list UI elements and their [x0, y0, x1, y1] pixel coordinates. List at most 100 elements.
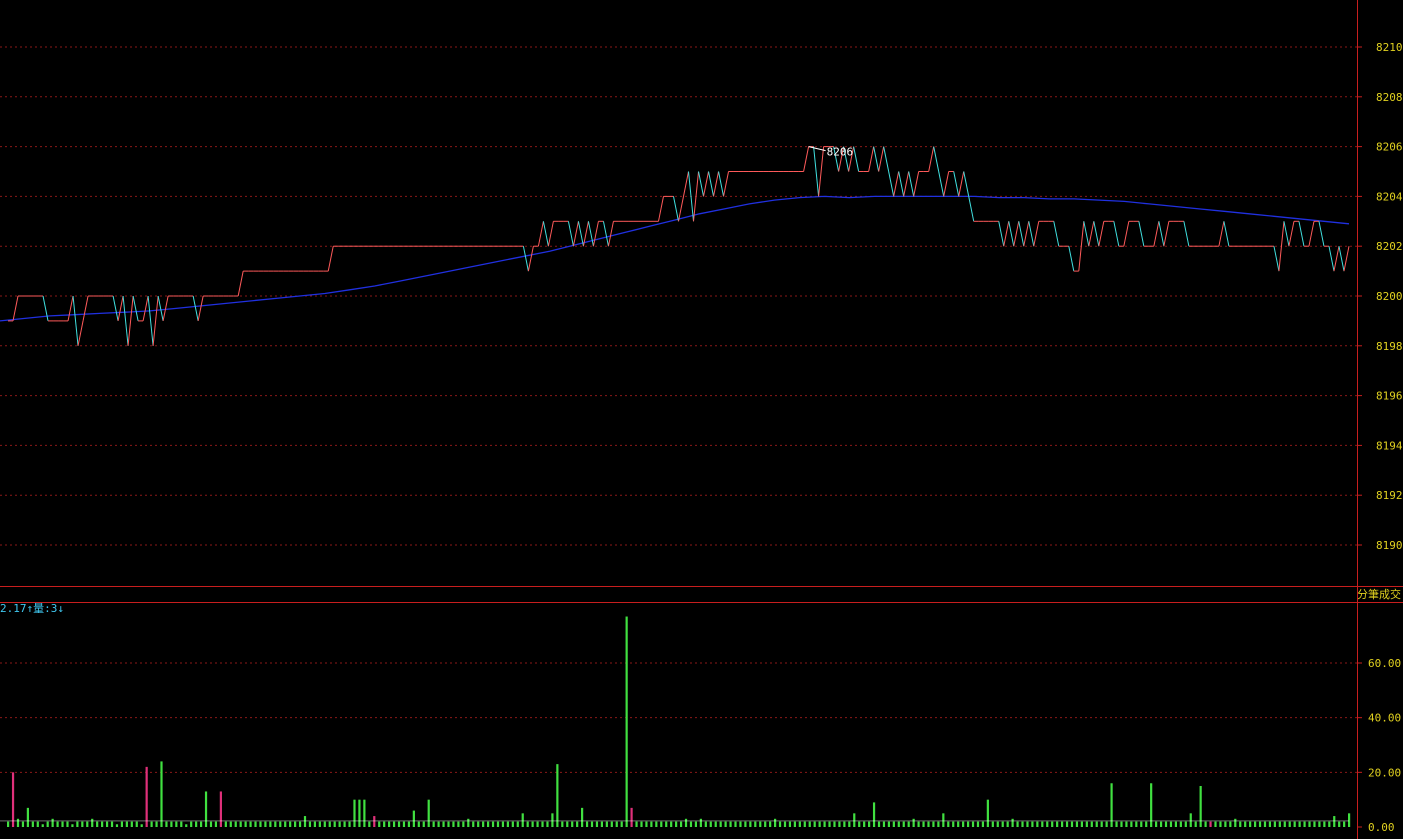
volume-bar [571, 821, 574, 827]
price-segment [197, 295, 204, 321]
volume-bar [333, 821, 336, 827]
volume-bar [1100, 821, 1103, 827]
volume-bar [694, 821, 698, 827]
volume-bar [551, 813, 554, 827]
volume-bar [526, 821, 529, 827]
volume-bar [655, 821, 658, 827]
volume-bar [605, 821, 608, 827]
volume-bar [417, 821, 420, 827]
price-segment [1088, 221, 1095, 247]
volume-bar [170, 821, 173, 827]
volume-bar [1135, 821, 1138, 827]
volume-bar [81, 821, 84, 827]
volume-bar [1179, 821, 1182, 827]
price-segment [592, 221, 599, 247]
price-segment [938, 171, 945, 197]
volume-tick-label: 40.00 [1368, 712, 1401, 725]
price-segment [1093, 221, 1100, 247]
volume-bar [1041, 821, 1044, 827]
volume-bar [1056, 821, 1059, 827]
volume-bar [966, 821, 970, 827]
volume-bar [971, 821, 975, 827]
price-segment [572, 221, 579, 247]
volume-bar [1090, 821, 1093, 827]
volume-bar [704, 821, 707, 827]
volume-bar [942, 813, 945, 827]
volume-bar [239, 821, 242, 827]
volume-bar [130, 821, 133, 827]
volume-bar [561, 821, 564, 827]
volume-bar [788, 821, 792, 827]
volume-bar [66, 821, 69, 827]
price-segment [673, 196, 679, 222]
price-segment [1223, 221, 1230, 247]
price-segment [708, 171, 715, 197]
price-segment [933, 146, 940, 172]
volume-bar [1263, 821, 1267, 827]
volume-bar [734, 821, 737, 827]
price-segment [142, 295, 149, 321]
price-segment [958, 171, 965, 197]
volume-bar [1244, 821, 1247, 827]
price-segment [873, 146, 880, 172]
volume-bar [640, 821, 643, 827]
volume-bar [1036, 821, 1039, 827]
price-segment [1273, 246, 1280, 272]
volume-bar [110, 821, 114, 827]
volume-bar [46, 821, 49, 827]
volume-bar [610, 821, 613, 827]
volume-bar [219, 791, 222, 827]
price-tick-label: 8190 [1376, 539, 1403, 552]
volume-bar [397, 821, 401, 827]
volume-bar [412, 810, 415, 827]
volume-bar [125, 821, 128, 827]
volume-bar [279, 821, 282, 827]
price-segment [1023, 221, 1030, 247]
volume-bar [1234, 818, 1237, 827]
volume-bar [373, 816, 376, 827]
volume-bar [1080, 821, 1083, 827]
price-segment [893, 171, 900, 197]
volume-tick-label: 60.00 [1368, 657, 1401, 670]
volume-bar [348, 821, 351, 827]
volume-bar [986, 799, 989, 827]
volume-tick-label: 0.00 [1368, 821, 1395, 834]
price-segment [1033, 221, 1040, 247]
price-segment [1318, 221, 1325, 247]
volume-bar [437, 821, 440, 827]
price-segment [868, 146, 875, 172]
volume-bar [338, 821, 341, 827]
price-segment [1018, 221, 1025, 247]
chart-canvas[interactable]: 8190 8192 8194 8196 8198 8200 8202 8204 8206 8208… [0, 0, 1403, 839]
volume-bar [407, 821, 411, 827]
volume-axis: 0.00 20.00 40.00 60.00 [1357, 657, 1401, 834]
volume-bar [1145, 821, 1148, 827]
volume-bar [818, 821, 821, 827]
volume-bar [91, 818, 94, 827]
volume-bar [115, 824, 119, 827]
volume-bar [996, 821, 999, 827]
volume-bar [1011, 818, 1014, 827]
volume-bar [1333, 816, 1336, 827]
volume-bar [1268, 821, 1272, 827]
price-segment [1328, 246, 1335, 272]
volume-bar [1021, 821, 1024, 827]
volume-bar [1060, 821, 1064, 827]
volume-bar [1239, 821, 1242, 827]
volume-bar [259, 821, 262, 827]
price-segment [157, 295, 164, 321]
volume-bar [1298, 821, 1301, 827]
volume-bar [229, 821, 232, 827]
volume-bar [1105, 821, 1108, 827]
price-segment [122, 295, 129, 346]
volume-bar [76, 821, 79, 827]
volume-bar [962, 821, 965, 827]
price-segment [723, 171, 730, 197]
volume-bar [86, 821, 89, 827]
volume-bar [773, 818, 777, 827]
volume-bar [209, 821, 213, 827]
volume-bar [1273, 821, 1276, 827]
price-segment [1008, 221, 1015, 247]
price-segment [1068, 246, 1075, 272]
price-segment [1078, 221, 1085, 272]
